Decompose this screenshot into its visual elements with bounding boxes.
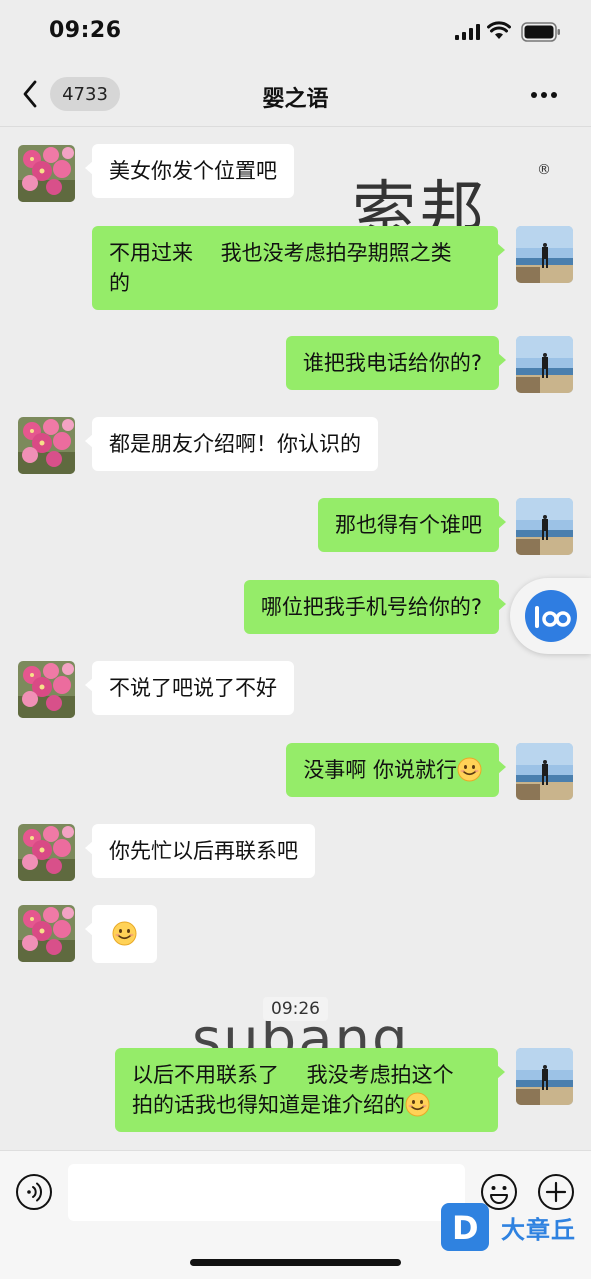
incoming-message[interactable]: 都是朋友介绍啊！你认识的: [85, 417, 378, 471]
incoming-message[interactable]: 你先忙以后再联系吧: [85, 824, 315, 878]
my-avatar[interactable]: [516, 336, 573, 393]
home-indicator: [190, 1259, 401, 1266]
message-text: 都是朋友介绍啊！你认识的: [109, 432, 361, 456]
status-time: 09:26: [49, 18, 122, 43]
contact-avatar[interactable]: [18, 661, 75, 718]
smile-emoji-icon: [457, 757, 482, 782]
my-avatar[interactable]: [516, 743, 573, 800]
smile-emoji-icon: [405, 1092, 430, 1117]
message-input[interactable]: [68, 1164, 465, 1221]
chat-title: 婴之语: [262, 87, 329, 112]
message-text: 那也得有个谁吧: [335, 513, 482, 537]
message-text: 拍的话我也得知道是谁介绍的: [132, 1093, 405, 1117]
message-text: 不说了吧说了不好: [109, 676, 277, 700]
incoming-message[interactable]: 不说了吧说了不好: [85, 661, 294, 715]
voice-icon[interactable]: [15, 1173, 53, 1211]
wifi-icon: [487, 21, 511, 39]
status-bar: 09:26: [0, 0, 591, 62]
timestamp: 09:26: [263, 997, 328, 1021]
outgoing-message[interactable]: 以后不用联系了 我没考虑拍这个 拍的话我也得知道是谁介绍的: [115, 1048, 505, 1132]
incoming-message[interactable]: [85, 905, 157, 963]
outgoing-message[interactable]: 没事啊 你说就行: [286, 743, 506, 797]
message-text: 美女你发个位置吧: [109, 159, 277, 183]
message-text: 没事啊 你说就行: [303, 758, 457, 782]
message-text: 以后不用联系了 我没考虑拍这个: [132, 1063, 454, 1087]
message-text: 的: [109, 271, 130, 295]
site-logo-icon: D: [441, 1203, 489, 1251]
incoming-message[interactable]: 美女你发个位置吧: [85, 144, 294, 198]
battery-icon: [521, 22, 560, 42]
contact-avatar[interactable]: [18, 824, 75, 881]
outgoing-message[interactable]: 哪位把我手机号给你的?: [243, 580, 507, 634]
message-text: 你先忙以后再联系吧: [109, 839, 298, 863]
floating-assistant-button[interactable]: [510, 578, 591, 654]
message-text: 哪位把我手机号给你的?: [260, 595, 482, 619]
more-icon[interactable]: [526, 84, 562, 106]
signal-icon: [455, 24, 480, 40]
outgoing-message[interactable]: 那也得有个谁吧: [318, 498, 506, 552]
site-logo-letter: D: [452, 1209, 479, 1247]
site-logo: D 大章丘: [441, 1203, 576, 1251]
registered-mark: ®: [537, 162, 551, 178]
my-avatar[interactable]: [516, 1048, 573, 1105]
contact-avatar[interactable]: [18, 417, 75, 474]
message-text: 谁把我电话给你的?: [302, 351, 482, 375]
contact-avatar[interactable]: [18, 145, 75, 202]
assistant-logo-icon: [524, 590, 577, 642]
contact-avatar[interactable]: [18, 905, 75, 962]
smile-emoji-icon: [112, 921, 137, 946]
message-text: 不用过来 我也没考虑拍孕期照之类: [109, 241, 452, 265]
site-logo-text: 大章丘: [501, 1215, 576, 1244]
chat-header: 4733 婴之语: [0, 62, 591, 127]
outgoing-message[interactable]: 谁把我电话给你的?: [285, 336, 507, 390]
time-divider: 09:26: [0, 997, 591, 1021]
outgoing-message[interactable]: 不用过来 我也没考虑拍孕期照之类 的: [92, 226, 505, 310]
my-avatar[interactable]: [516, 226, 573, 283]
my-avatar[interactable]: [516, 498, 573, 555]
